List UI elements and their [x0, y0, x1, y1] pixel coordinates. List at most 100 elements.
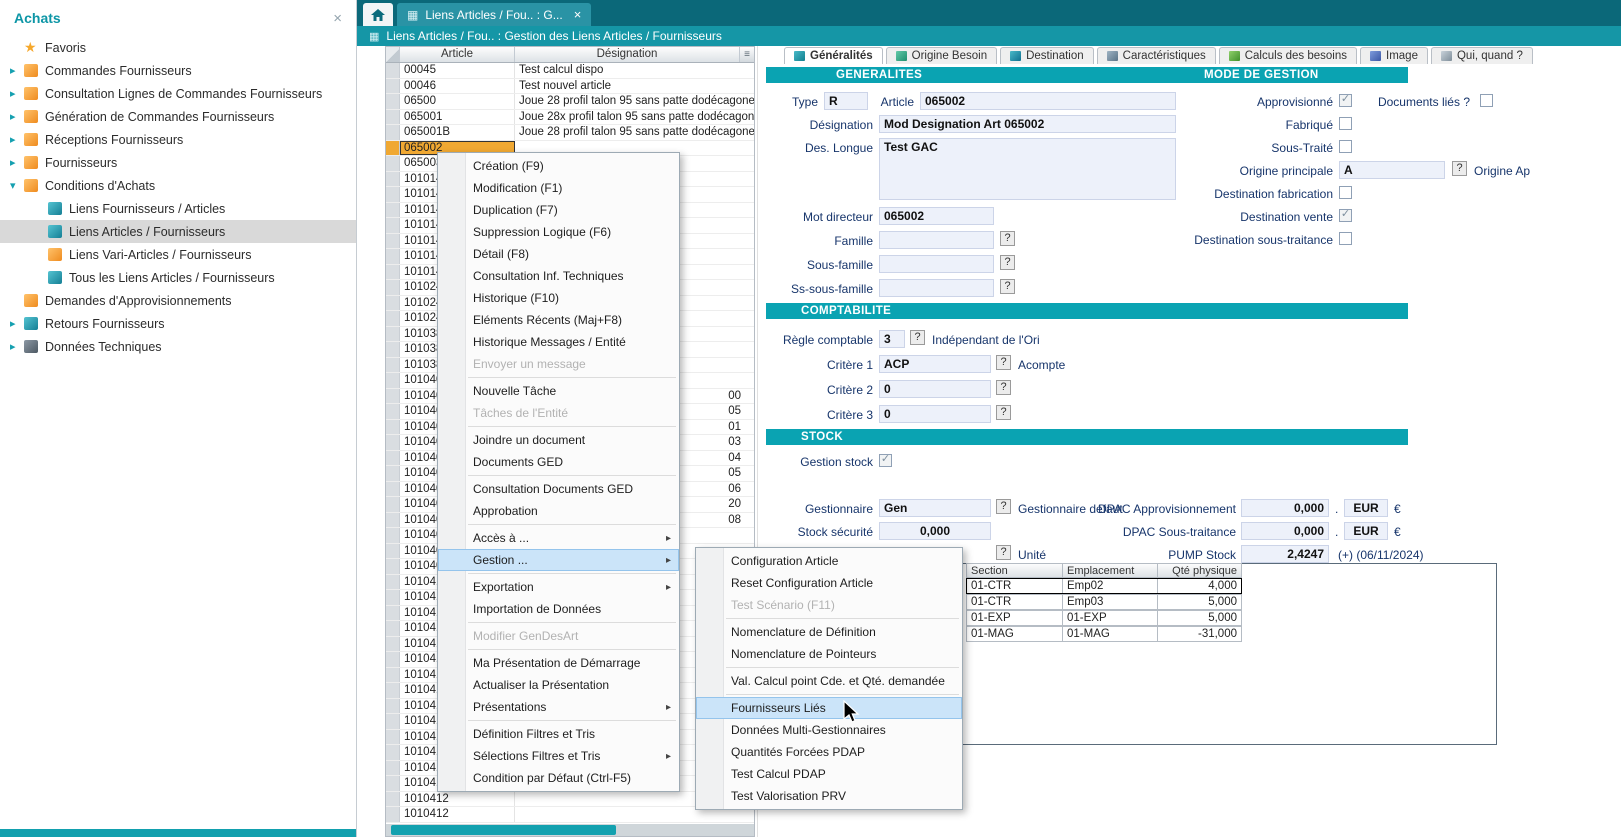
- row-gutter[interactable]: [386, 280, 400, 295]
- row-gutter[interactable]: [386, 311, 400, 326]
- tab-caract-ristiques[interactable]: Caractéristiques: [1097, 47, 1216, 64]
- row-gutter[interactable]: [386, 637, 400, 652]
- row-gutter[interactable]: [386, 389, 400, 404]
- menu-item-nomenclature-de-d-finition[interactable]: Nomenclature de Définition: [696, 621, 962, 643]
- sidebar-item-retours-fournisseurs[interactable]: ▸Retours Fournisseurs: [0, 312, 356, 335]
- row-gutter[interactable]: [386, 466, 400, 481]
- menu-item-actualiser-la-pr-sentation[interactable]: Actualiser la Présentation: [438, 674, 679, 696]
- row-gutter[interactable]: [386, 559, 400, 574]
- famille-lookup-button[interactable]: ?: [1000, 231, 1015, 246]
- chevron-right-icon[interactable]: ▸: [10, 133, 24, 146]
- famille-field[interactable]: [879, 231, 994, 249]
- row-gutter[interactable]: [386, 249, 400, 264]
- menu-item-d-finition-filtres-et-tris[interactable]: Définition Filtres et Tris: [438, 723, 679, 745]
- chevron-right-icon[interactable]: ▸: [10, 156, 24, 169]
- menu-item-val-calcul-point-cde-et-qt-demand-e[interactable]: Val. Calcul point Cde. et Qté. demandée: [696, 670, 962, 692]
- gestionnaire-lookup-button[interactable]: ?: [996, 499, 1011, 514]
- designation-field[interactable]: Mod Designation Art 065002: [879, 115, 1176, 133]
- chevron-right-icon[interactable]: ▸: [10, 317, 24, 330]
- menu-item-condition-par-d-faut-ctrl-f5[interactable]: Condition par Défaut (Ctrl-F5): [438, 767, 679, 789]
- grid-horizontal-scrollbar[interactable]: [386, 824, 754, 836]
- active-document-tab[interactable]: ▦ Liens Articles / Fou.. : G... ×: [397, 3, 591, 26]
- row-gutter[interactable]: [386, 513, 400, 528]
- menu-item-historique-f10[interactable]: Historique (F10): [438, 287, 679, 309]
- row-gutter[interactable]: [386, 528, 400, 543]
- tab-calculs-des-besoins[interactable]: Calculs des besoins: [1219, 47, 1357, 64]
- regle-lookup-button[interactable]: ?: [910, 330, 925, 345]
- critere1-field[interactable]: ACP: [879, 355, 991, 373]
- row-gutter[interactable]: [386, 296, 400, 311]
- menu-item-s-lections-filtres-et-tris[interactable]: Sélections Filtres et Tris▸: [438, 745, 679, 767]
- sidebar-item-liens-vari-articles-fournisseurs[interactable]: Liens Vari-Articles / Fournisseurs: [0, 243, 356, 266]
- menu-item-exportation[interactable]: Exportation▸: [438, 576, 679, 598]
- sidebar-scrollbar[interactable]: [0, 829, 356, 837]
- column-header-designation[interactable]: Désignation: [515, 47, 740, 62]
- row-gutter[interactable]: [386, 125, 400, 140]
- pump-stock-field[interactable]: 2,4247: [1241, 545, 1329, 563]
- stock-row[interactable]: 01-CTREmp024,000: [966, 578, 1242, 594]
- menu-item-fournisseurs-li-s[interactable]: Fournisseurs Liés: [696, 697, 962, 719]
- sous-famille-field[interactable]: [879, 255, 994, 273]
- stock-row[interactable]: 01-EXP01-EXP5,000: [966, 610, 1242, 626]
- des-longue-field[interactable]: Test GAC: [879, 138, 1176, 200]
- table-row[interactable]: 06500Joue 28 profil talon 95 sans patte …: [386, 94, 754, 110]
- row-gutter[interactable]: [386, 807, 400, 822]
- sidebar-item-liens-articles-fournisseurs[interactable]: Liens Articles / Fournisseurs: [0, 220, 356, 243]
- menu-item-gestion[interactable]: Gestion ...▸: [438, 549, 679, 571]
- row-gutter[interactable]: [386, 141, 400, 156]
- grid-options-button[interactable]: ≡: [740, 47, 754, 62]
- menu-item-d-tail-f8[interactable]: Détail (F8): [438, 243, 679, 265]
- menu-item-duplication-f7[interactable]: Duplication (F7): [438, 199, 679, 221]
- dpac-st-currency-field[interactable]: EUR: [1344, 522, 1388, 540]
- row-gutter[interactable]: [386, 730, 400, 745]
- row-gutter[interactable]: [386, 621, 400, 636]
- row-gutter[interactable]: [386, 404, 400, 419]
- row-gutter[interactable]: [386, 761, 400, 776]
- sous-traite-checkbox[interactable]: [1339, 140, 1352, 153]
- approvisionne-checkbox[interactable]: ✓: [1339, 94, 1352, 107]
- tab-qui-quand[interactable]: Qui, quand ?: [1431, 47, 1533, 64]
- scrollbar-thumb[interactable]: [391, 825, 616, 835]
- documents-lies-checkbox[interactable]: [1480, 94, 1493, 107]
- menu-item-suppression-logique-f6[interactable]: Suppression Logique (F6): [438, 221, 679, 243]
- sidebar-item-g-n-ration-de-commandes-fournisseurs[interactable]: ▸Génération de Commandes Fournisseurs: [0, 105, 356, 128]
- menu-item-configuration-article[interactable]: Configuration Article: [696, 550, 962, 572]
- menu-item-modification-f1[interactable]: Modification (F1): [438, 177, 679, 199]
- row-gutter[interactable]: [386, 590, 400, 605]
- menu-item-reset-configuration-article[interactable]: Reset Configuration Article: [696, 572, 962, 594]
- home-tab[interactable]: [363, 3, 393, 26]
- menu-item-test-calcul-pdap[interactable]: Test Calcul PDAP: [696, 763, 962, 785]
- sidebar-item-consultation-lignes-de-commandes-fournisseurs[interactable]: ▸Consultation Lignes de Commandes Fourni…: [0, 82, 356, 105]
- row-gutter[interactable]: [386, 203, 400, 218]
- ss-sous-famille-lookup-button[interactable]: ?: [1000, 279, 1015, 294]
- tab-g-n-ralit-s[interactable]: Généralités: [784, 47, 883, 64]
- row-gutter[interactable]: [386, 265, 400, 280]
- row-gutter[interactable]: [386, 327, 400, 342]
- menu-item-el-ments-r-cents-maj-f8[interactable]: Eléments Récents (Maj+F8): [438, 309, 679, 331]
- stock-row[interactable]: 01-MAG01-MAG-31,000: [966, 626, 1242, 642]
- menu-item-importation-de-donn-es[interactable]: Importation de Données: [438, 598, 679, 620]
- destination-fabrication-checkbox[interactable]: [1339, 186, 1352, 199]
- gestion-stock-checkbox[interactable]: ✓: [879, 454, 892, 467]
- tab-destination[interactable]: Destination: [1000, 47, 1094, 64]
- chevron-right-icon[interactable]: ▸: [10, 340, 24, 353]
- critere3-field[interactable]: 0: [879, 405, 991, 423]
- row-gutter[interactable]: [386, 172, 400, 187]
- row-gutter[interactable]: [386, 482, 400, 497]
- row-gutter[interactable]: [386, 156, 400, 171]
- chevron-right-icon[interactable]: ▸: [10, 64, 24, 77]
- menu-item-approbation[interactable]: Approbation: [438, 500, 679, 522]
- close-tab-icon[interactable]: ×: [574, 7, 582, 22]
- row-gutter[interactable]: [386, 234, 400, 249]
- unite-lookup-button[interactable]: ?: [996, 545, 1011, 560]
- dpac-st-field[interactable]: 0,000: [1241, 522, 1329, 540]
- dpac-appro-field[interactable]: 0,000: [1241, 499, 1329, 517]
- row-gutter[interactable]: [386, 451, 400, 466]
- sidebar-item-conditions-d-achats[interactable]: ▾Conditions d'Achats: [0, 174, 356, 197]
- menu-item-consultation-inf-techniques[interactable]: Consultation Inf. Techniques: [438, 265, 679, 287]
- menu-item-historique-messages-entit[interactable]: Historique Messages / Entité: [438, 331, 679, 353]
- table-row[interactable]: 065001Joue 28x profil talon 95 sans patt…: [386, 110, 754, 126]
- row-gutter[interactable]: [386, 435, 400, 450]
- row-gutter[interactable]: [386, 63, 400, 78]
- menu-item-quantit-s-forc-es-pdap[interactable]: Quantités Forcées PDAP: [696, 741, 962, 763]
